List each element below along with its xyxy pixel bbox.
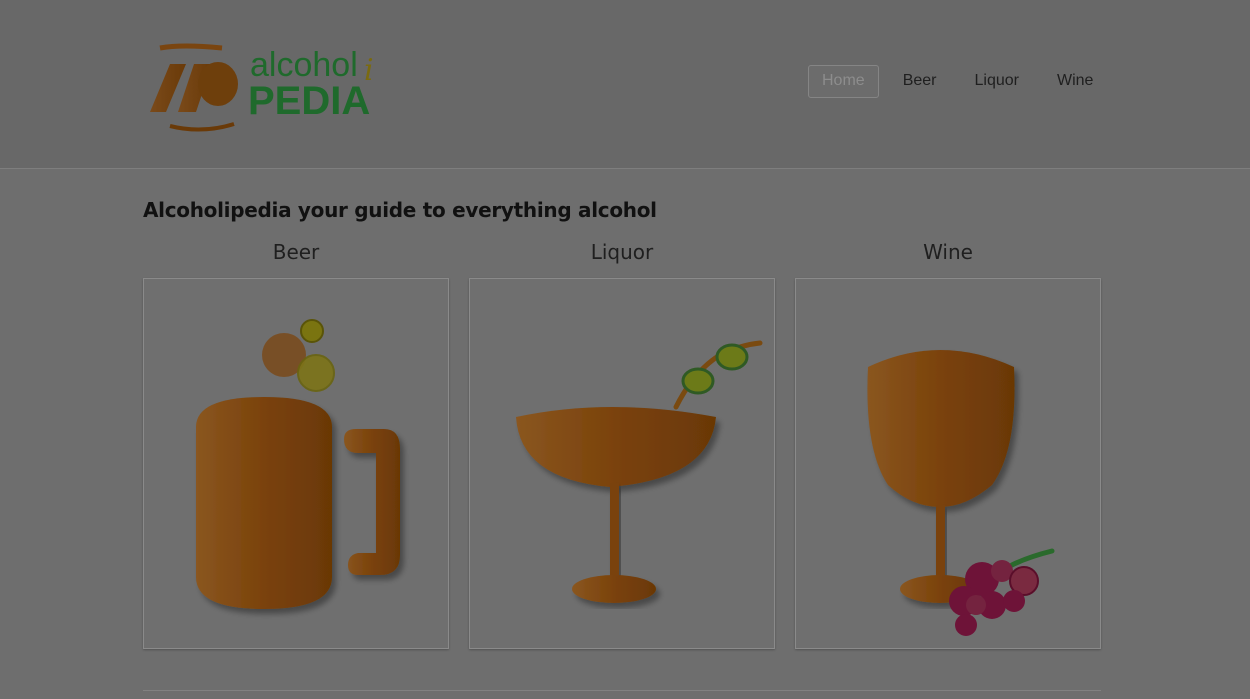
footer-divider <box>143 690 1101 691</box>
nav-wine[interactable]: Wine <box>1043 65 1107 98</box>
nav-liquor[interactable]: Liquor <box>960 65 1032 98</box>
site-logo[interactable]: alcohol PEDIA i <box>142 36 402 140</box>
grapes-icon <box>949 548 1055 636</box>
page-heading: Alcoholipedia your guide to everything a… <box>143 198 657 222</box>
nav-beer[interactable]: Beer <box>889 65 951 98</box>
beer-card[interactable] <box>143 278 449 649</box>
logo-accent-i: i <box>364 53 374 88</box>
beer-mug-icon <box>196 319 400 609</box>
nav-home[interactable]: Home <box>808 65 879 98</box>
liquor-card[interactable] <box>469 278 775 649</box>
logo-word-pedia: PEDIA <box>248 79 370 123</box>
wine-glass-icon <box>867 350 1055 636</box>
main-nav: Home Beer Liquor Wine <box>808 65 1117 98</box>
cocktail-glass-icon <box>516 340 763 603</box>
site-header: alcohol PEDIA i Home Beer Liquor Wine <box>0 0 1250 169</box>
wine-card[interactable] <box>795 278 1101 649</box>
category-title-liquor: Liquor <box>590 240 654 264</box>
category-title-wine: Wine <box>923 240 973 264</box>
category-title-beer: Beer <box>272 240 320 264</box>
